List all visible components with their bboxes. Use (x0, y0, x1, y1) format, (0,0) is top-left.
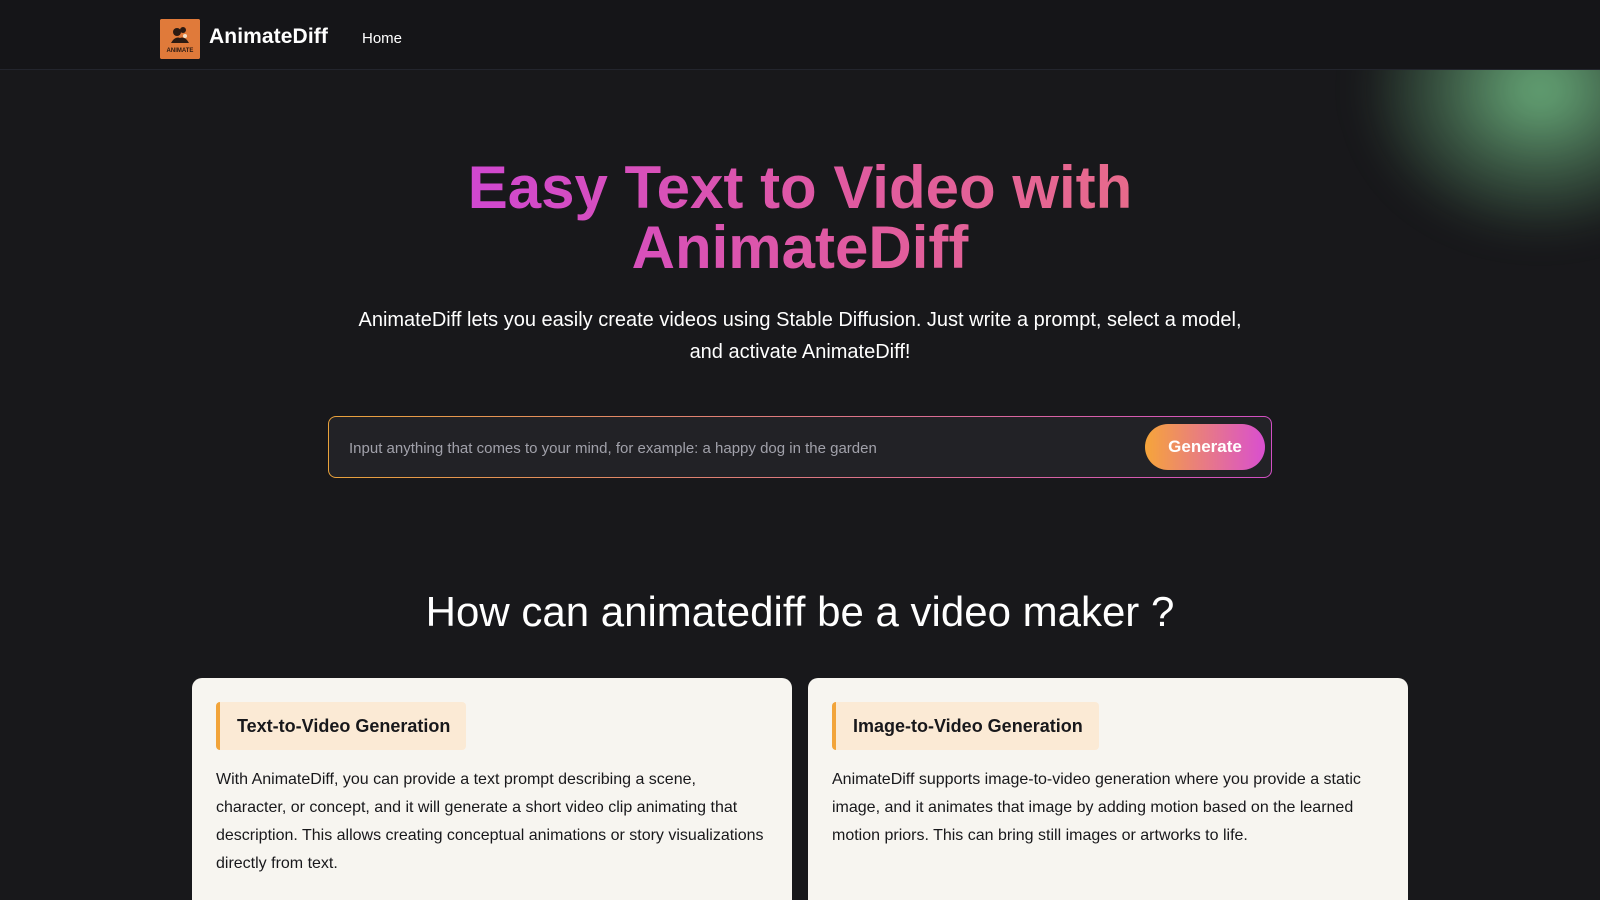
logo-graphic: ANIMATE (160, 19, 200, 59)
feature-card-text: AnimateDiff supports image-to-video gene… (832, 771, 1361, 844)
logo-text: ANIMATE (167, 48, 194, 54)
feature-card-title: Image-to-Video Generation (832, 702, 1099, 750)
section-title: How can animatediff be a video maker ? (425, 588, 1175, 635)
feature-card-text: With AnimateDiff, you can provide a text… (216, 771, 764, 872)
prompt-bar-inner: Generate (329, 417, 1271, 479)
navbar: ANIMATE AnimateDiff Home (0, 0, 1600, 70)
generate-button[interactable]: Generate (1145, 424, 1265, 470)
nav-home-link[interactable]: Home (362, 30, 402, 47)
prompt-input[interactable] (347, 417, 1121, 479)
prompt-bar: Generate (328, 416, 1272, 479)
feature-card-text-to-video: Text-to-Video Generation With AnimateDif… (192, 678, 792, 900)
page: ANIMATE AnimateDiff Home Easy Text to Vi… (0, 0, 1600, 900)
hero-subtitle: AnimateDiff lets you easily create video… (358, 309, 1242, 363)
feature-card-image-to-video: Image-to-Video Generation AnimateDiff su… (808, 678, 1408, 900)
animate-logo-icon[interactable]: ANIMATE (160, 19, 200, 59)
hero-title: Easy Text to Video with AnimateDiff (300, 158, 1300, 278)
feature-card-title: Text-to-Video Generation (216, 702, 467, 750)
brand-name[interactable]: AnimateDiff (209, 25, 328, 49)
